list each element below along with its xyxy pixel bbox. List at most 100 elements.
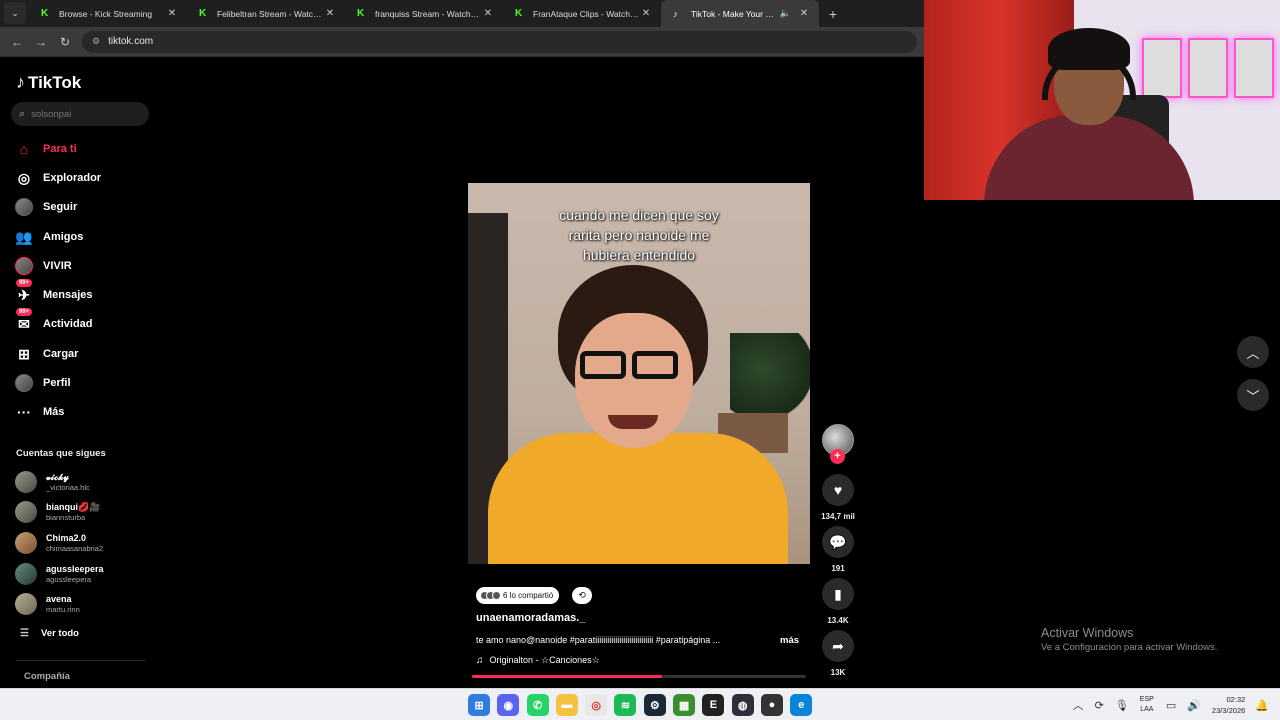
minecraft-icon[interactable]: ▦ [673, 694, 696, 716]
following-account[interactable]: avena martu.rinn [15, 593, 80, 615]
forward-arrow-icon[interactable]: → [30, 35, 52, 49]
browser-tab[interactable]: K Browse - Kick Streaming ✕ [29, 0, 187, 27]
close-tab-icon[interactable]: ✕ [165, 8, 179, 19]
bookmark-icon[interactable]: ▮ [822, 578, 854, 610]
avatar [15, 471, 37, 493]
shared-avatars [480, 591, 501, 600]
heart-icon[interactable]: ♥ [822, 474, 854, 506]
search-icon[interactable]: ⌕ [19, 108, 25, 121]
obs-icon[interactable]: ◍ [731, 694, 754, 716]
chrome-icon[interactable]: ◎ [585, 694, 608, 716]
close-tab-icon[interactable]: ✕ [323, 8, 337, 19]
like-action[interactable]: ♥ 134,7 mil [821, 474, 855, 521]
nav-item-cargar[interactable]: ⊞ Cargar [14, 343, 78, 365]
video-music[interactable]: ♫ Originalton - ☆Canciones☆ [476, 655, 600, 666]
nav-item-actividad[interactable]: ✉ 99+ Actividad [14, 308, 93, 335]
account-name: 𝓿𝓲𝓬𝓴𝔂 [46, 471, 70, 482]
video-description: te amo nano@nanoide #paratiiiiiiiiiiiiii… [476, 635, 721, 645]
video-person-shirt [488, 433, 788, 564]
save-action[interactable]: ▮ 13.4K [822, 578, 854, 625]
messages-badge: 99+ [16, 279, 33, 287]
video-player[interactable]: cuando me dicen que soy rarita pero nano… [468, 183, 810, 564]
search-box[interactable]: ⌕ [11, 102, 149, 126]
close-tab-icon[interactable]: ✕ [639, 8, 653, 19]
browser-tab[interactable]: K Felibeltran Stream - Watch Live ✕ [187, 0, 345, 27]
show-hidden-icons-chevron-icon[interactable]: ︿ [1073, 697, 1084, 713]
site-info-icon[interactable]: ⚙ [92, 36, 100, 47]
shared-label: 6 lo compartió [503, 591, 554, 600]
tiktok-logo[interactable]: ♪ TikTok [16, 72, 81, 93]
volume-icon[interactable]: 🔊 [1187, 699, 1201, 712]
video-progress-bar[interactable] [472, 675, 806, 678]
follow-plus-icon[interactable]: + [830, 449, 845, 464]
more-button[interactable]: más [780, 635, 799, 646]
comment-icon[interactable]: 💬 [822, 526, 854, 558]
previous-video-chevron-up-icon[interactable]: ︿ [1237, 336, 1269, 368]
account-name: Chima2.0 [46, 532, 87, 543]
browser-tab[interactable]: K franquiss Stream - Watch Live o ✕ [345, 0, 503, 27]
comment-action[interactable]: 💬 191 [822, 526, 854, 573]
whatsapp-icon[interactable]: ✆ [526, 694, 549, 716]
tab-title: FranAtaque Clips - Watch Live o [533, 8, 639, 19]
epic-games-icon[interactable]: E [702, 694, 725, 716]
following-account[interactable]: 𝓿𝓲𝓬𝓴𝔂 _victoriaa.hlc [15, 471, 90, 493]
system-tray: ︿ ⟳ 🎙 ESP LAA ▭ 🔊 02:32 23/3/2026 🔔 [1073, 689, 1280, 720]
nav-item-seguir[interactable]: Seguir [14, 196, 77, 218]
avatar [15, 593, 37, 615]
following-account[interactable]: bianqui💋🎥 biannsturba [15, 501, 100, 523]
browser-toolbar: ← → ↻ ⚙ tiktok.com [0, 27, 924, 57]
sync-icon[interactable]: ⟳ [1095, 699, 1104, 712]
nav-item-para-ti[interactable]: ⌂ Para ti [14, 138, 77, 160]
comment-count: 191 [831, 564, 845, 573]
search-input[interactable] [31, 108, 132, 120]
reload-icon[interactable]: ↻ [54, 35, 76, 49]
clock[interactable]: 02:32 23/3/2026 [1212, 694, 1245, 716]
share-action[interactable]: ➦ 13K [822, 630, 854, 677]
see-all-button[interactable]: ☰ Ver todo [20, 628, 79, 639]
back-arrow-icon[interactable]: ← [6, 35, 28, 49]
audio-playing-icon[interactable]: 🔈 [780, 8, 791, 19]
spotify-icon[interactable]: ≋ [614, 694, 637, 716]
windows-start-icon[interactable]: ⊞ [468, 694, 490, 716]
network-icon[interactable]: ▭ [1166, 699, 1176, 712]
app-red-dot-icon[interactable]: ● [760, 694, 783, 716]
nav-item-amigos[interactable]: 👥 Amigos [14, 226, 83, 248]
company-link[interactable]: Compañía [24, 671, 70, 682]
tab-search-menu-icon[interactable]: ⌄ [4, 2, 26, 24]
file-explorer-icon[interactable]: ▬ [555, 694, 578, 716]
following-avatar-icon [14, 197, 34, 217]
edge-icon[interactable]: e [790, 694, 813, 716]
compass-icon: ◎ [17, 169, 31, 186]
nav-label: Perfil [43, 377, 71, 389]
next-video-chevron-down-icon[interactable]: ﹀ [1237, 379, 1269, 411]
discord-icon[interactable]: ◉ [497, 694, 520, 716]
tab-title: TikTok - Make Your Day [691, 8, 780, 19]
nav-item-mas[interactable]: ··· Más [14, 401, 64, 423]
browser-tab[interactable]: K FranAtaque Clips - Watch Live o ✕ [503, 0, 661, 27]
nav-item-explorador[interactable]: ◎ Explorador [14, 167, 101, 189]
account-name: avena [46, 593, 72, 604]
notifications-bell-icon[interactable]: 🔔 [1255, 699, 1269, 712]
following-account[interactable]: Chima2.0 chimaasanabria2 [15, 532, 103, 554]
close-tab-icon[interactable]: ✕ [481, 8, 495, 19]
repost-icon[interactable]: ⟲ [572, 587, 592, 604]
share-icon[interactable]: ➦ [822, 630, 854, 662]
shared-by-pill[interactable]: 6 lo compartió [476, 587, 560, 604]
browser-tab-bar: ⌄ K Browse - Kick Streaming ✕ K Felibelt… [0, 0, 924, 27]
nav-item-mensajes[interactable]: ✈ 99+ Mensajes [14, 279, 93, 306]
video-progress-fill [472, 675, 663, 678]
following-account[interactable]: agussleepera agussleepera [15, 563, 104, 585]
address-bar[interactable]: ⚙ tiktok.com [82, 30, 917, 53]
nav-item-vivir[interactable]: VIVIR [14, 255, 72, 277]
profile-avatar-icon [14, 373, 34, 393]
language-indicator[interactable]: ESP LAA [1140, 695, 1154, 715]
share-count: 13K [830, 668, 846, 677]
video-author[interactable]: unaenamoradamas._ [476, 612, 585, 624]
more-dots-icon: ··· [17, 404, 31, 420]
nav-item-perfil[interactable]: Perfil [14, 372, 71, 394]
new-tab-icon[interactable]: + [823, 6, 843, 22]
browser-tab-active[interactable]: ♪ TikTok - Make Your Day 🔈 ✕ [661, 0, 819, 27]
steam-icon[interactable]: ⚙ [643, 694, 666, 716]
microphone-icon[interactable]: 🎙 [1115, 699, 1129, 712]
close-tab-icon[interactable]: ✕ [797, 8, 811, 19]
